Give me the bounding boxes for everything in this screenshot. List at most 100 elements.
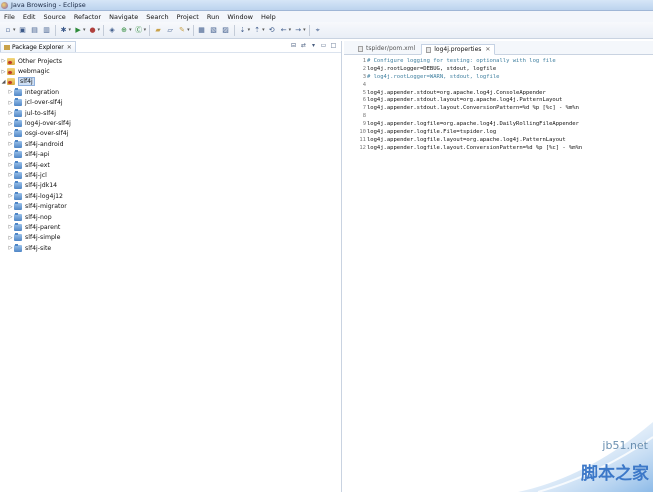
toggle-mark-occurrences-icon[interactable]: ▦ — [198, 26, 206, 34]
print-icon[interactable]: ▥ — [43, 26, 51, 34]
expand-icon[interactable]: ▷ — [7, 131, 14, 137]
new-icon[interactable]: ▫ — [4, 26, 12, 34]
expand-icon[interactable]: ▷ — [7, 224, 14, 230]
chevron-down-icon[interactable]: ▾ — [13, 27, 16, 33]
menu-run[interactable]: Run — [203, 13, 223, 21]
expand-icon[interactable]: ▷ — [7, 89, 14, 95]
expand-icon[interactable]: ▷ — [0, 69, 7, 75]
tab-log4j-properties[interactable]: log4j.properties ✕ — [421, 44, 496, 55]
menu-window[interactable]: Window — [223, 13, 257, 21]
tree-item-slf4j-jdk14[interactable]: ▷ slf4j-jdk14 — [0, 181, 341, 191]
run-icon[interactable]: ▶ — [74, 26, 82, 34]
tree-item-jul-to-slf4j[interactable]: ▷ jul-to-slf4j — [0, 108, 341, 118]
chevron-down-icon[interactable]: ▾ — [129, 27, 132, 33]
expand-icon[interactable]: ▷ — [0, 58, 7, 64]
eclipse-window: Java Browsing - Eclipse File Edit Source… — [0, 0, 653, 493]
forward-icon[interactable]: → — [294, 26, 302, 34]
tree-item-other-projects[interactable]: ▷ Other Projects — [0, 56, 341, 66]
menu-edit[interactable]: Edit — [19, 13, 40, 21]
chevron-down-icon[interactable]: ▾ — [69, 27, 72, 33]
tree-item-label: slf4j-simple — [25, 234, 61, 242]
expand-icon[interactable]: ▷ — [7, 245, 14, 251]
expand-icon[interactable]: ▷ — [7, 121, 14, 127]
title-bar: Java Browsing - Eclipse — [0, 0, 653, 11]
tree-item-integration[interactable]: ▷ integration — [0, 87, 341, 97]
link-with-editor-icon[interactable]: ⇄ — [300, 42, 307, 49]
back-icon[interactable]: ← — [280, 26, 288, 34]
search-icon[interactable]: ✎ — [178, 26, 186, 34]
chevron-down-icon[interactable]: ▾ — [289, 27, 292, 33]
menu-refactor[interactable]: Refactor — [70, 13, 105, 21]
previous-annotation-icon[interactable]: ⇡ — [253, 26, 261, 34]
tree-item-osgi-over-slf4j[interactable]: ▷ osgi-over-slf4j — [0, 129, 341, 139]
code-text-area[interactable]: 1 # Configure logging for testing: option… — [344, 55, 653, 153]
new-class-icon[interactable]: Ⓒ — [135, 26, 143, 34]
main-toolbar: ▫ ▾ ▣ ▤ ▥ ✱ ▾ ▶ ▾ ● ▾ ◈ ⊕ ▾ Ⓒ ▾ ▰ ▱ ✎ ▾ ▦ ▧ ▨ ⇣… — [0, 22, 653, 39]
line-text: log4j.appender.logfile.layout.Conversion… — [367, 144, 583, 151]
menu-project[interactable]: Project — [173, 13, 203, 21]
close-icon[interactable]: ✕ — [485, 46, 490, 53]
chevron-down-icon[interactable]: ▾ — [248, 27, 251, 33]
expand-icon[interactable]: ▷ — [7, 162, 14, 168]
tree-item-slf4j-api[interactable]: ▷ slf4j-api — [0, 150, 341, 160]
minimize-icon[interactable]: ▭ — [320, 42, 327, 49]
tab-pom-xml[interactable]: tspider/pom.xml — [354, 43, 419, 54]
watermark-domain: jb51.net — [602, 439, 648, 452]
menu-help[interactable]: Help — [257, 13, 280, 21]
next-annotation-icon[interactable]: ⇣ — [239, 26, 247, 34]
tree-item-slf4j[interactable]: ◢ slf4j — [0, 77, 341, 87]
chevron-down-icon[interactable]: ▾ — [303, 27, 306, 33]
menu-navigate[interactable]: Navigate — [105, 13, 142, 21]
open-type-icon[interactable]: ▰ — [154, 26, 162, 34]
collapse-all-icon[interactable]: ⊟ — [290, 42, 297, 49]
chevron-down-icon[interactable]: ▾ — [144, 27, 147, 33]
tree-item-webmagic[interactable]: ▷ webmagic — [0, 66, 341, 76]
expand-icon[interactable]: ▷ — [7, 100, 14, 106]
expand-icon[interactable]: ▷ — [7, 193, 14, 199]
expand-icon[interactable]: ▷ — [7, 214, 14, 220]
tree-item-slf4j-nop[interactable]: ▷ slf4j-nop — [0, 212, 341, 222]
menu-search[interactable]: Search — [142, 13, 172, 21]
close-icon[interactable]: ✕ — [67, 44, 72, 51]
chevron-down-icon[interactable]: ▾ — [98, 27, 101, 33]
new-package-icon[interactable]: ⊕ — [120, 26, 128, 34]
chevron-down-icon[interactable]: ▾ — [310, 42, 317, 49]
chevron-down-icon[interactable]: ▾ — [83, 27, 86, 33]
tree-item-log4j-over-slf4j[interactable]: ▷ log4j-over-slf4j — [0, 118, 341, 128]
tab-package-explorer[interactable]: Package Explorer ✕ — [0, 41, 76, 52]
menu-source[interactable]: Source — [39, 13, 69, 21]
chevron-down-icon[interactable]: ▾ — [262, 27, 265, 33]
tree-item-slf4j-ext[interactable]: ▷ slf4j-ext — [0, 160, 341, 170]
expand-icon[interactable]: ▷ — [7, 152, 14, 158]
tree-item-slf4j-site[interactable]: ▷ slf4j-site — [0, 243, 341, 253]
expand-icon[interactable]: ▷ — [7, 172, 14, 178]
expand-icon[interactable]: ▷ — [7, 204, 14, 210]
save-all-icon[interactable]: ▤ — [31, 26, 39, 34]
chevron-down-icon[interactable]: ▾ — [187, 27, 190, 33]
pin-editor-icon[interactable]: ⌖ — [314, 26, 322, 34]
block-selection-icon[interactable]: ▨ — [222, 26, 230, 34]
tree-item-slf4j-jcl[interactable]: ▷ slf4j-jcl — [0, 170, 341, 180]
tree-item-slf4j-android[interactable]: ▷ slf4j-android — [0, 139, 341, 149]
expand-icon[interactable]: ▷ — [7, 235, 14, 241]
expand-icon[interactable]: ▷ — [7, 110, 14, 116]
show-whitespace-icon[interactable]: ▧ — [210, 26, 218, 34]
tree-item-slf4j-parent[interactable]: ▷ slf4j-parent — [0, 222, 341, 232]
tree-item-slf4j-log4j12[interactable]: ▷ slf4j-log4j12 — [0, 191, 341, 201]
collapse-icon[interactable]: ◢ — [0, 79, 7, 85]
new-java-project-icon[interactable]: ◈ — [108, 26, 116, 34]
debug-icon[interactable]: ✱ — [60, 26, 68, 34]
tree-item-slf4j-migrator[interactable]: ▷ slf4j-migrator — [0, 201, 341, 211]
save-icon[interactable]: ▣ — [19, 26, 27, 34]
line-text: log4j.rootLogger=DEBUG, stdout, logfile — [367, 65, 497, 72]
open-task-icon[interactable]: ▱ — [166, 26, 174, 34]
expand-icon[interactable]: ▷ — [7, 183, 14, 189]
last-edit-location-icon[interactable]: ⟲ — [268, 26, 276, 34]
maximize-icon[interactable]: □ — [330, 42, 337, 49]
view-toolbar: ⊟ ⇄ ▾ ▭ □ — [290, 42, 337, 49]
expand-icon[interactable]: ▷ — [7, 141, 14, 147]
tree-item-slf4j-simple[interactable]: ▷ slf4j-simple — [0, 233, 341, 243]
menu-file[interactable]: File — [0, 13, 19, 21]
external-tools-icon[interactable]: ● — [89, 26, 97, 34]
tree-item-jcl-over-slf4j[interactable]: ▷ jcl-over-slf4j — [0, 98, 341, 108]
